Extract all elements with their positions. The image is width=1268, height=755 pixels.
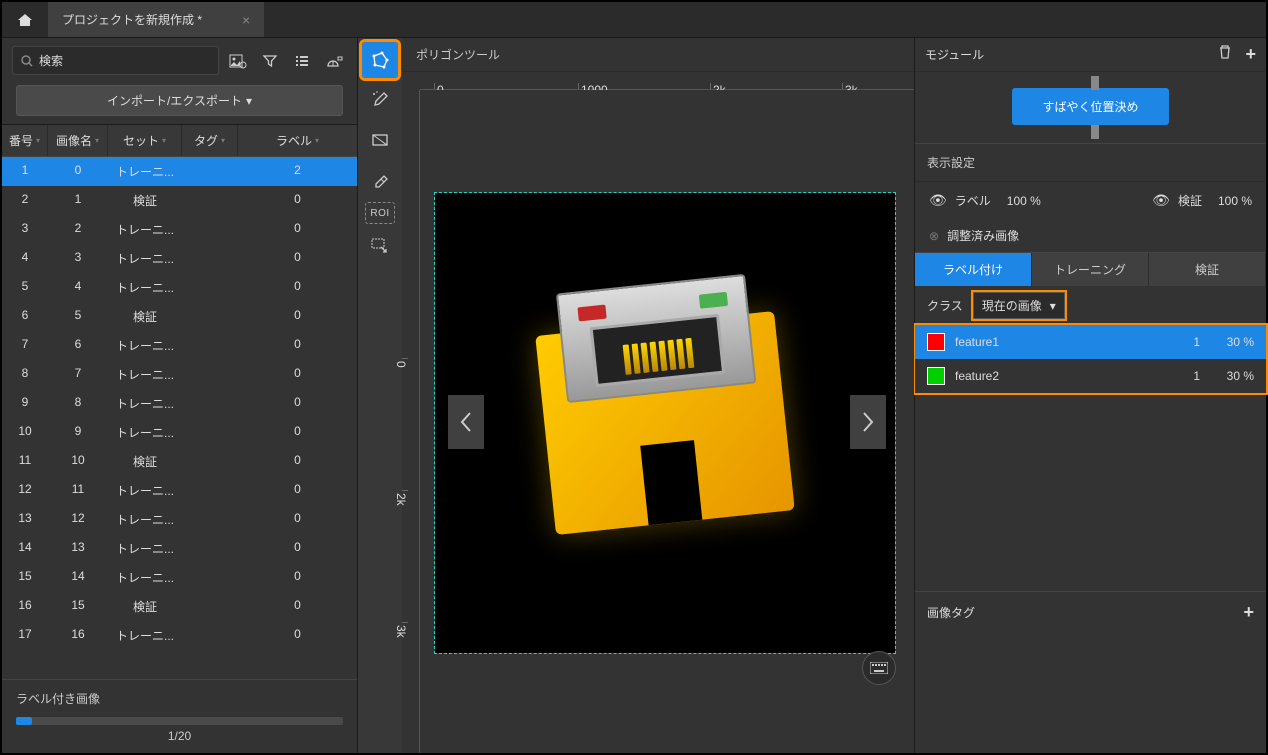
project-tab[interactable]: プロジェクトを新規作成 * × <box>48 2 264 37</box>
keyboard-icon[interactable] <box>862 651 896 685</box>
display-settings-title: 表示設定 <box>915 144 1266 182</box>
table-row[interactable]: 109トレーニ...0 <box>2 418 357 447</box>
close-icon[interactable]: × <box>242 12 250 28</box>
table-row[interactable]: 1514トレーニ...0 <box>2 563 357 592</box>
eye-closed-icon: ⊗ <box>929 229 939 243</box>
image-tag-title: 画像タグ <box>927 604 975 621</box>
table-row[interactable]: 32トレーニ...0 <box>2 215 357 244</box>
table-row[interactable]: 76トレーニ...0 <box>2 331 357 360</box>
brush-tool[interactable] <box>362 82 398 118</box>
col-label[interactable]: ラベル▾ <box>238 125 357 156</box>
feature-pct: 30 % <box>1210 369 1254 383</box>
table-row[interactable]: 43トレーニ...0 <box>2 244 357 273</box>
table-row[interactable]: 1110検証0 <box>2 447 357 476</box>
table-header: 番号▾ 画像名▾ セット▾ タグ▾ ラベル▾ <box>2 124 357 157</box>
dropdown-icon: ▾ <box>246 94 252 108</box>
add-icon[interactable]: + <box>1245 44 1256 65</box>
title-bar: プロジェクトを新規作成 * × <box>2 2 1266 38</box>
right-panel: モジュール + すばやく位置決め 表示設定 👁ラベル 100 % 👁検証 100… <box>914 38 1266 753</box>
table-row[interactable]: 10トレーニ...2 <box>2 157 357 186</box>
search-input[interactable]: 検索 <box>12 46 219 75</box>
left-panel: 検索 インポート/エクスポート ▾ 番号▾ 画像名▾ セット▾ タグ▾ ラベル▾… <box>2 38 358 753</box>
table-row[interactable]: 87トレーニ...0 <box>2 360 357 389</box>
tab-verify[interactable]: 検証 <box>1149 253 1266 286</box>
table-row[interactable]: 1716トレーニ...0 <box>2 621 357 650</box>
filter-icon[interactable] <box>257 48 283 74</box>
roi-tool[interactable]: ROI <box>365 202 395 224</box>
search-icon <box>21 55 33 67</box>
verify-pct: 100 % <box>1218 194 1252 208</box>
progress-bar[interactable] <box>16 717 343 725</box>
feature-name: feature1 <box>955 335 1160 349</box>
eye-icon: 👁 <box>1152 192 1170 209</box>
tab-training[interactable]: トレーニング <box>1032 253 1149 286</box>
progress-section: ラベル付き画像 1/20 <box>2 679 357 753</box>
dropdown-icon: ▾ <box>1050 299 1056 313</box>
table-row[interactable]: 1413トレーニ...0 <box>2 534 357 563</box>
class-select[interactable]: 現在の画像 ▾ <box>973 292 1065 319</box>
adjusted-image-toggle[interactable]: ⊗ 調整済み画像 <box>915 219 1266 252</box>
progress-label: ラベル付き画像 <box>16 690 343 707</box>
progress-text: 1/20 <box>16 729 343 743</box>
table-row[interactable]: 65検証0 <box>2 302 357 331</box>
feature-row[interactable]: feature1 1 30 % <box>915 325 1266 359</box>
color-swatch <box>927 367 945 385</box>
image-frame <box>434 192 896 654</box>
ruler-horizontal: 0 1000 2k 3k <box>420 72 914 90</box>
rect-tool[interactable] <box>362 122 398 158</box>
trash-icon[interactable] <box>1217 44 1233 65</box>
canvas-area: ポリゴンツール 0 1000 2k 3k 0 2k 3k <box>402 38 914 753</box>
import-export-button[interactable]: インポート/エクスポート ▾ <box>16 85 343 116</box>
table-row[interactable]: 54トレーニ...0 <box>2 273 357 302</box>
color-swatch <box>927 333 945 351</box>
image-settings-icon[interactable] <box>225 48 251 74</box>
eye-icon: 👁 <box>929 192 947 209</box>
feature-name: feature2 <box>955 369 1160 383</box>
tab-labeling[interactable]: ラベル付け <box>915 253 1032 286</box>
canvas-title: ポリゴンツール <box>402 38 914 72</box>
home-icon <box>17 12 33 28</box>
layout-icon[interactable] <box>321 48 347 74</box>
table-row[interactable]: 21検証0 <box>2 186 357 215</box>
tab-title: プロジェクトを新規作成 * <box>62 11 202 28</box>
eraser-tool[interactable] <box>362 162 398 198</box>
col-tag[interactable]: タグ▾ <box>182 125 238 156</box>
quick-position-button[interactable]: すばやく位置決め <box>1012 88 1168 125</box>
device-image <box>535 311 795 535</box>
feature-count: 1 <box>1170 369 1200 383</box>
feature-pct: 30 % <box>1210 335 1254 349</box>
canvas[interactable] <box>420 90 914 753</box>
col-image[interactable]: 画像名▾ <box>48 125 108 156</box>
table-row[interactable]: 98トレーニ...0 <box>2 389 357 418</box>
add-tag-icon[interactable]: + <box>1243 602 1254 623</box>
feature-count: 1 <box>1170 335 1200 349</box>
tool-column: ROI <box>358 38 402 753</box>
verify-visibility[interactable]: 👁検証 <box>1152 192 1202 209</box>
select-tool[interactable] <box>362 228 398 264</box>
class-label: クラス <box>927 297 963 314</box>
next-image-button[interactable] <box>850 395 886 449</box>
feature-row[interactable]: feature2 1 30 % <box>915 359 1266 393</box>
module-title: モジュール <box>925 46 984 63</box>
table-row[interactable]: 1312トレーニ...0 <box>2 505 357 534</box>
table-row[interactable]: 1615検証0 <box>2 592 357 621</box>
label-visibility[interactable]: 👁ラベル <box>929 192 991 209</box>
table-row[interactable]: 1211トレーニ...0 <box>2 476 357 505</box>
home-button[interactable] <box>2 2 48 37</box>
ruler-vertical: 0 2k 3k <box>402 90 420 753</box>
prev-image-button[interactable] <box>448 395 484 449</box>
image-table: 10トレーニ...221検証032トレーニ...043トレーニ...054トレー… <box>2 157 357 679</box>
col-set[interactable]: セット▾ <box>108 125 182 156</box>
module-box: すばやく位置決め <box>915 72 1266 144</box>
polygon-tool[interactable] <box>362 42 398 78</box>
label-pct: 100 % <box>1007 194 1041 208</box>
col-number[interactable]: 番号▾ <box>2 125 48 156</box>
list-icon[interactable] <box>289 48 315 74</box>
